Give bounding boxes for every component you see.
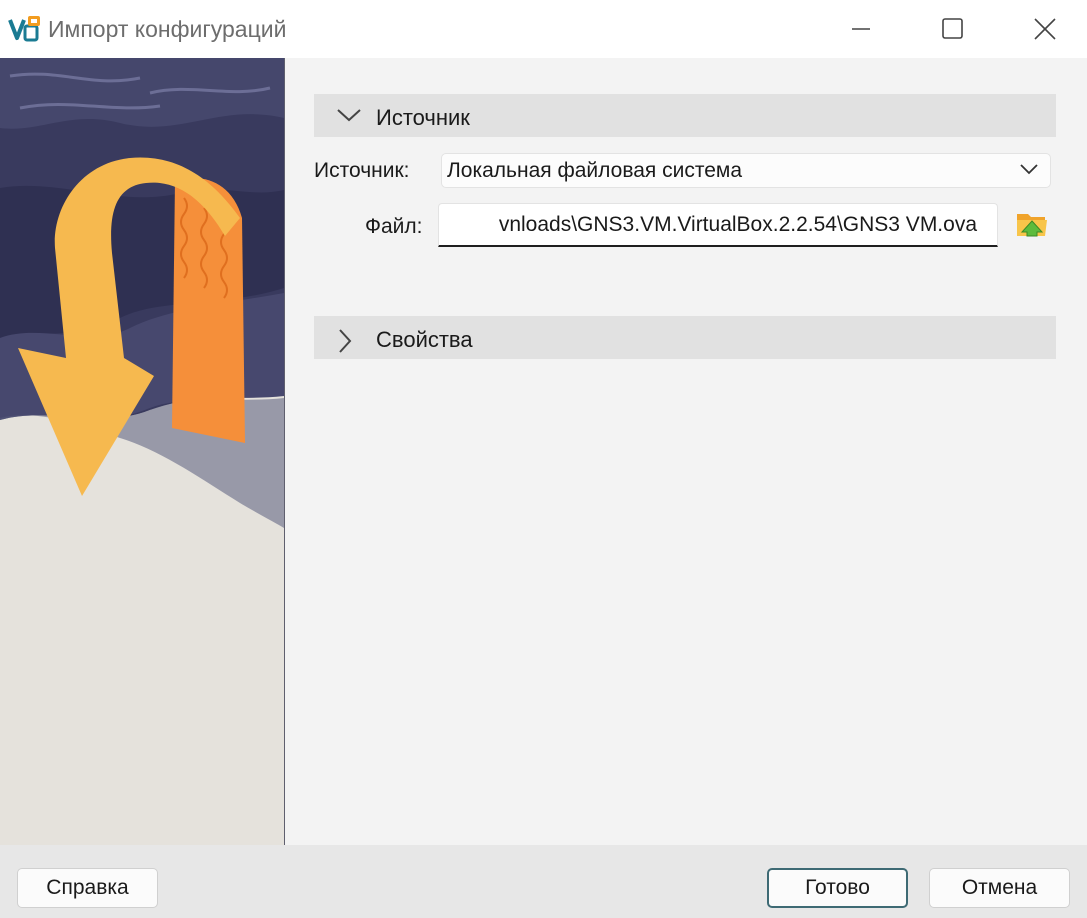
file-path-value: vnloads\GNS3.VM.VirtualBox.2.2.54\GNS3 V… [498,213,977,236]
section-properties-header[interactable]: Свойства [314,316,1056,359]
finish-button[interactable]: Готово [767,868,908,908]
source-label: Источник: [314,159,410,182]
browse-file-button[interactable] [1014,206,1050,242]
close-icon [1034,18,1056,40]
section-properties-title: Свойства [376,327,473,352]
dialog-footer: Справка Готово Отмена [0,845,1087,918]
minimize-button[interactable] [816,0,908,58]
import-arrow-illustration [0,58,284,845]
cancel-button[interactable]: Отмена [929,868,1070,908]
window-title: Импорт конфигураций [48,16,287,42]
chevron-down-icon [1020,164,1038,175]
maximize-icon [942,18,963,39]
title-bar: Импорт конфигураций [0,0,1087,58]
file-path-field[interactable]: vnloads\GNS3.VM.VirtualBox.2.2.54\GNS3 V… [438,203,998,247]
section-source-header[interactable]: Источник [314,94,1056,137]
source-select[interactable]: Локальная файловая система [441,153,1051,188]
help-button[interactable]: Справка [17,868,158,908]
virtualbox-appliance-icon [8,16,40,42]
file-label: Файл: [365,215,423,238]
wizard-illustration [0,58,285,845]
chevron-right-icon [339,329,352,353]
close-button[interactable] [998,0,1087,58]
wizard-content: Источник Источник: Локальная файловая си… [285,58,1087,845]
source-select-value: Локальная файловая система [447,159,743,182]
folder-open-icon [1017,214,1047,237]
section-source-title: Источник [376,105,470,130]
chevron-down-icon [337,109,361,122]
minimize-icon [852,28,870,30]
maximize-button[interactable] [906,0,998,58]
